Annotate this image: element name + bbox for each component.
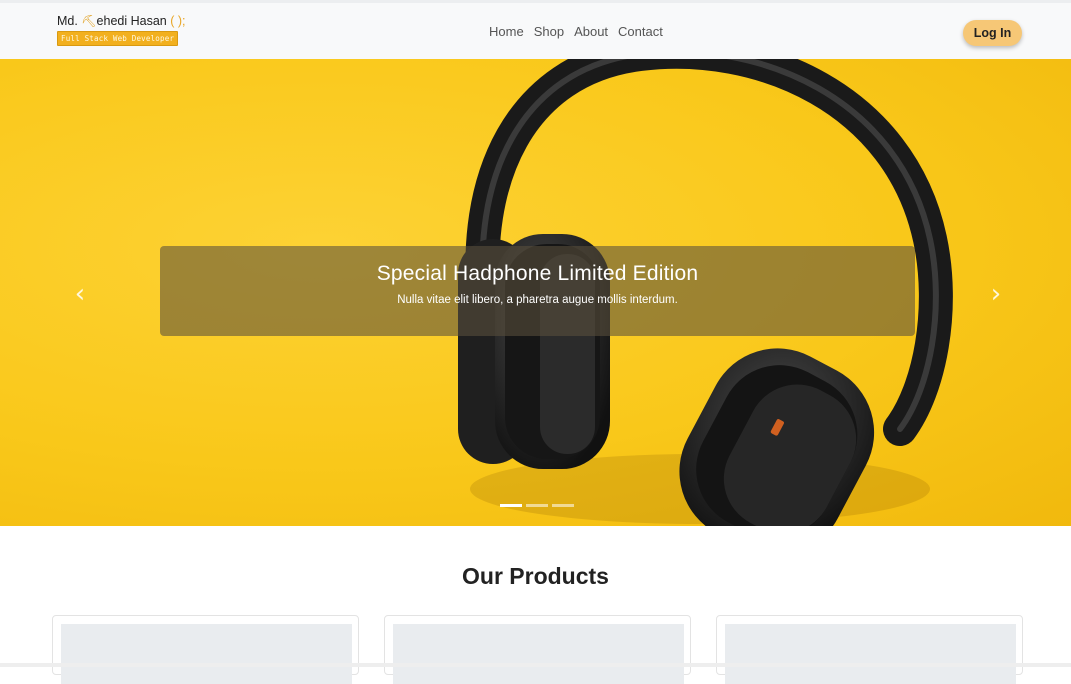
nav-link-home[interactable]: Home <box>489 24 524 39</box>
product-image-placeholder <box>725 624 1016 684</box>
carousel-indicators <box>500 504 574 507</box>
login-button[interactable]: Log In <box>963 20 1022 46</box>
carousel-indicator-1[interactable] <box>500 504 522 507</box>
brand-name-rest: ehedi Hasan <box>96 14 167 28</box>
brand-name-suffix: ( ); <box>166 14 186 28</box>
carousel-prev-button[interactable]: ‹ <box>68 279 92 309</box>
product-image-placeholder <box>61 624 352 684</box>
carousel-next-button[interactable]: › <box>984 279 1008 309</box>
page-bottom-edge <box>0 663 1071 667</box>
carousel-indicator-3[interactable] <box>552 504 574 507</box>
chevron-left-icon: ‹ <box>74 279 86 309</box>
brand-tagline: Full Stack Web Developer <box>57 31 179 46</box>
navbar: Md. ⛏ehedi Hasan ( ); Full Stack Web Dev… <box>0 0 1071 59</box>
brand-name-prefix: Md. <box>57 14 82 28</box>
carousel-title: Special Hadphone Limited Edition <box>376 262 699 285</box>
products-section-title: Our Products <box>462 563 609 589</box>
nav-link-contact[interactable]: Contact <box>618 24 663 39</box>
nav-links: Home Shop About Contact <box>489 24 673 39</box>
nav-link-about[interactable]: About <box>574 24 608 39</box>
pickaxe-icon: ⛏ <box>81 14 97 28</box>
hero-carousel: Special Hadphone Limited Edition Nulla v… <box>0 59 1071 526</box>
brand-name: Md. ⛏ehedi Hasan ( ); <box>57 14 186 28</box>
nav-link-shop[interactable]: Shop <box>534 24 564 39</box>
product-image-placeholder <box>393 624 684 684</box>
carousel-indicator-2[interactable] <box>526 504 548 507</box>
chevron-right-icon: › <box>990 279 1002 309</box>
carousel-subtitle: Nulla vitae elit libero, a pharetra augu… <box>397 294 678 306</box>
brand-logo[interactable]: Md. ⛏ehedi Hasan ( ); Full Stack Web Dev… <box>57 14 186 46</box>
carousel-caption: Special Hadphone Limited Edition Nulla v… <box>160 246 915 336</box>
